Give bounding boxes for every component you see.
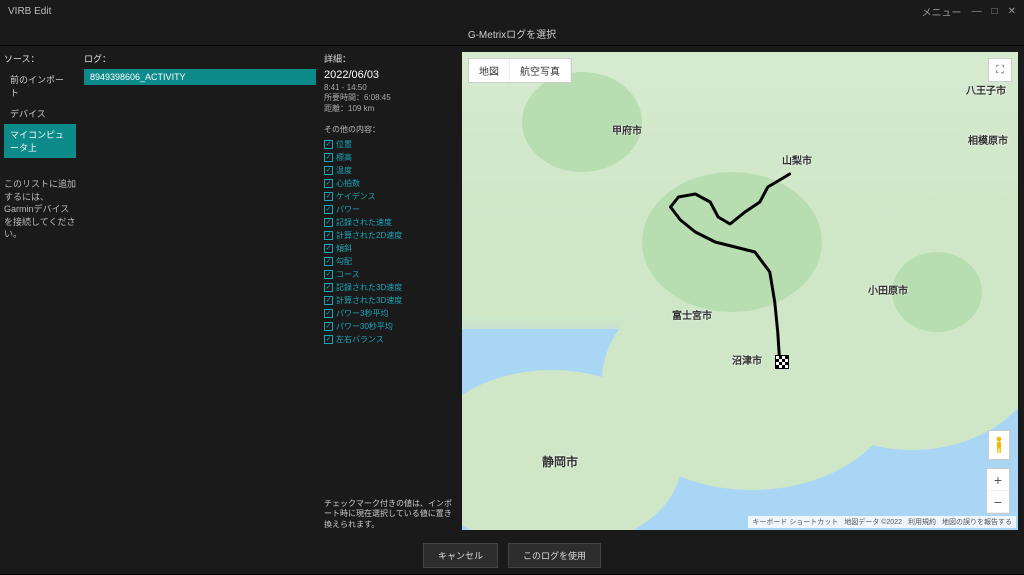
- source-item-device[interactable]: デバイス: [4, 103, 76, 124]
- use-log-button[interactable]: このログを使用: [508, 543, 601, 568]
- checkbox-icon: ✓: [324, 244, 333, 253]
- title-bar: VIRB Edit メニュー — □ ✕: [0, 0, 1024, 22]
- pegman-icon: [994, 436, 1004, 454]
- metric-label: 温度: [336, 165, 352, 176]
- checkbox-icon: ✓: [324, 218, 333, 227]
- close-icon[interactable]: ✕: [1008, 6, 1016, 17]
- other-contents-label: その他の内容：: [324, 124, 456, 135]
- map-type-map[interactable]: 地図: [469, 59, 510, 82]
- activity-time-range: 8:41 - 14:50: [324, 83, 456, 93]
- map-fullscreen-button[interactable]: ⛶: [988, 58, 1012, 82]
- metric-checkbox[interactable]: ✓計算された3D速度: [324, 295, 456, 306]
- zoom-out-button[interactable]: −: [987, 491, 1009, 513]
- minimize-icon[interactable]: —: [972, 6, 982, 17]
- checkbox-icon: ✓: [324, 179, 333, 188]
- source-item-my-computer[interactable]: マイコンピュータ上: [4, 124, 76, 158]
- cancel-button[interactable]: キャンセル: [423, 543, 498, 568]
- details-panel: 詳細： 2022/06/03 8:41 - 14:50 所要時間：6:08:45…: [320, 46, 460, 536]
- metric-label: 位置: [336, 139, 352, 150]
- metric-checkbox[interactable]: ✓パワー3秒平均: [324, 308, 456, 319]
- metric-label: 記録された速度: [336, 217, 392, 228]
- logs-label: ログ：: [84, 52, 316, 65]
- metric-label: パワー30秒平均: [336, 321, 393, 332]
- checkbox-icon: ✓: [324, 270, 333, 279]
- streetview-pegman-button[interactable]: [988, 430, 1010, 460]
- metric-checkbox[interactable]: ✓心拍数: [324, 178, 456, 189]
- checkbox-icon: ✓: [324, 231, 333, 240]
- map-attribution: キーボード ショートカット 地図データ ©2022 利用規約 地図の誤りを報告す…: [748, 516, 1016, 528]
- checkbox-icon: ✓: [324, 153, 333, 162]
- sources-help-text: このリストに追加するには、Garminデバイスを接続してください。: [4, 178, 76, 241]
- map-type-switch: 地図 航空写真: [468, 58, 572, 83]
- checkbox-icon: ✓: [324, 283, 333, 292]
- sources-panel: ソース： 前のインポート デバイス マイコンピュータ上 このリストに追加するには…: [0, 46, 80, 536]
- checkbox-icon: ✓: [324, 192, 333, 201]
- metric-label: 勾配: [336, 256, 352, 267]
- checkbox-icon: ✓: [324, 166, 333, 175]
- map-canvas[interactable]: 八王子市 相模原市 山梨市 甲府市 富士宮市 沼津市 静岡市 小田原市 地図 航…: [462, 52, 1018, 530]
- checkbox-icon: ✓: [324, 309, 333, 318]
- metric-label: パワー: [336, 204, 360, 215]
- metric-label: ケイデンス: [336, 191, 376, 202]
- metric-checkbox[interactable]: ✓温度: [324, 165, 456, 176]
- metric-checkbox[interactable]: ✓記録された3D速度: [324, 282, 456, 293]
- metric-label: コース: [336, 269, 360, 280]
- sources-label: ソース：: [4, 52, 76, 65]
- metric-checkbox[interactable]: ✓ケイデンス: [324, 191, 456, 202]
- metrics-checklist: ✓位置✓標高✓温度✓心拍数✓ケイデンス✓パワー✓記録された速度✓計算された2D速…: [324, 139, 456, 345]
- zoom-in-button[interactable]: +: [987, 469, 1009, 491]
- logs-panel: ログ： 8949398606_ACTIVITY: [80, 46, 320, 536]
- terms-link[interactable]: 利用規約: [908, 517, 936, 527]
- metric-checkbox[interactable]: ✓傾斜: [324, 243, 456, 254]
- dialog-title: G-Metrixログを選択: [468, 26, 556, 41]
- map-panel: 八王子市 相模原市 山梨市 甲府市 富士宮市 沼津市 静岡市 小田原市 地図 航…: [460, 46, 1024, 536]
- details-label: 詳細：: [324, 52, 456, 65]
- dialog-title-bar: G-Metrixログを選択: [0, 22, 1024, 46]
- route-end-flag-icon: [775, 355, 789, 369]
- checkbox-icon: ✓: [324, 335, 333, 344]
- checkbox-icon: ✓: [324, 140, 333, 149]
- metric-checkbox[interactable]: ✓コース: [324, 269, 456, 280]
- metric-checkbox[interactable]: ✓計算された2D速度: [324, 230, 456, 241]
- activity-distance: 距離：109 km: [324, 104, 456, 114]
- log-item[interactable]: 8949398606_ACTIVITY: [84, 69, 316, 85]
- metric-checkbox[interactable]: ✓標高: [324, 152, 456, 163]
- map-data-text: 地図データ ©2022: [844, 517, 902, 527]
- metric-label: 計算された3D速度: [336, 295, 402, 306]
- maximize-icon[interactable]: □: [992, 6, 998, 17]
- metric-label: 左右バランス: [336, 334, 384, 345]
- checkbox-icon: ✓: [324, 257, 333, 266]
- gps-track: [462, 52, 1018, 530]
- metric-label: 記録された3D速度: [336, 282, 402, 293]
- metric-checkbox[interactable]: ✓パワー: [324, 204, 456, 215]
- activity-duration: 所要時間：6:08:45: [324, 93, 456, 103]
- map-zoom-control: + −: [986, 468, 1010, 514]
- metric-label: 心拍数: [336, 178, 360, 189]
- metric-label: 標高: [336, 152, 352, 163]
- report-error-link[interactable]: 地図の誤りを報告する: [942, 517, 1012, 527]
- dialog-footer: キャンセル このログを使用: [0, 536, 1024, 574]
- fullscreen-icon: ⛶: [996, 64, 1004, 77]
- checkbox-icon: ✓: [324, 296, 333, 305]
- metric-checkbox[interactable]: ✓左右バランス: [324, 334, 456, 345]
- source-item-prev-import[interactable]: 前のインポート: [4, 69, 76, 103]
- metric-checkbox[interactable]: ✓記録された速度: [324, 217, 456, 228]
- kbd-shortcuts-link[interactable]: キーボード ショートカット: [752, 517, 838, 527]
- metric-label: 傾斜: [336, 243, 352, 254]
- metric-checkbox[interactable]: ✓位置: [324, 139, 456, 150]
- checkbox-icon: ✓: [324, 322, 333, 331]
- menu-button[interactable]: メニュー: [922, 4, 962, 19]
- metric-label: パワー3秒平均: [336, 308, 388, 319]
- activity-date: 2022/06/03: [324, 69, 456, 81]
- metric-checkbox[interactable]: ✓勾配: [324, 256, 456, 267]
- map-type-satellite[interactable]: 航空写真: [510, 59, 571, 82]
- app-title: VIRB Edit: [8, 6, 51, 17]
- details-footnote: チェックマーク付きの値は、インポート時に現在選択している値に置き換えられます。: [324, 493, 456, 530]
- metric-checkbox[interactable]: ✓パワー30秒平均: [324, 321, 456, 332]
- checkbox-icon: ✓: [324, 205, 333, 214]
- metric-label: 計算された2D速度: [336, 230, 402, 241]
